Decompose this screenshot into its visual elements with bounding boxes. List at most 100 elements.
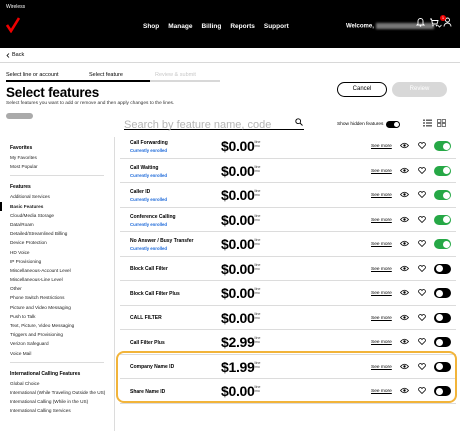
sidebar-item[interactable]: Triggers and Provisioning bbox=[0, 330, 114, 339]
heart-icon[interactable] bbox=[418, 387, 426, 394]
grid-view-icon[interactable] bbox=[437, 119, 446, 127]
feature-toggle[interactable] bbox=[434, 239, 451, 249]
sidebar-item[interactable]: Text, Picture, Video Messaging bbox=[0, 321, 114, 330]
feature-toggle[interactable] bbox=[434, 263, 451, 274]
see-more-link[interactable]: See more bbox=[371, 389, 392, 394]
see-more-link[interactable]: See more bbox=[371, 365, 392, 370]
sidebar-item[interactable]: Additional Services bbox=[0, 192, 114, 201]
feature-name: Call Waiting bbox=[130, 164, 159, 171]
heart-icon[interactable] bbox=[418, 362, 426, 370]
eye-icon[interactable] bbox=[400, 216, 409, 223]
eye-icon[interactable] bbox=[400, 142, 409, 149]
heart-icon[interactable] bbox=[418, 142, 426, 149]
nav-support[interactable]: Support bbox=[264, 23, 289, 30]
sidebar-item[interactable]: IP Provisioning bbox=[0, 257, 114, 266]
feature-toggle[interactable] bbox=[434, 288, 451, 298]
eye-icon[interactable] bbox=[400, 265, 409, 272]
price-unit-month: /mo bbox=[254, 144, 260, 148]
price-unit-month: /mo bbox=[254, 315, 260, 320]
eye-icon[interactable] bbox=[400, 363, 409, 370]
nav-manage[interactable]: Manage bbox=[168, 23, 192, 30]
step-bar-remaining bbox=[150, 80, 220, 82]
eye-icon[interactable] bbox=[400, 240, 409, 247]
feature-toggle[interactable] bbox=[434, 165, 451, 176]
bell-icon[interactable] bbox=[416, 17, 425, 27]
search-icon[interactable] bbox=[295, 118, 303, 126]
see-more-link[interactable]: See more bbox=[371, 193, 392, 198]
feature-toggle[interactable] bbox=[434, 214, 451, 225]
sidebar-item[interactable]: Phone Switch Restrictions bbox=[0, 293, 114, 302]
sidebar-item[interactable]: Detailed/Streamlined Billing bbox=[0, 229, 114, 238]
heart-icon[interactable] bbox=[418, 166, 426, 174]
see-more-link[interactable]: See more bbox=[371, 291, 392, 296]
step-select-line[interactable]: Select line or account bbox=[6, 72, 89, 78]
feature-toggle[interactable] bbox=[434, 386, 451, 396]
show-hidden-switch[interactable] bbox=[386, 121, 401, 128]
feature-name: CALL FILTER bbox=[130, 315, 162, 321]
search-input[interactable] bbox=[124, 118, 289, 132]
heart-icon[interactable] bbox=[418, 313, 426, 321]
heart-icon[interactable] bbox=[418, 215, 426, 223]
show-hidden-toggle[interactable]: Show hidden features bbox=[337, 121, 401, 128]
nav-reports[interactable]: Reports bbox=[230, 23, 255, 30]
price-unit: /line/mo bbox=[254, 165, 260, 173]
back-link[interactable]: Back bbox=[6, 52, 24, 58]
heart-icon[interactable] bbox=[418, 191, 426, 198]
sidebar-item[interactable]: Push to Talk bbox=[0, 312, 114, 321]
feature-toggle[interactable] bbox=[434, 312, 451, 323]
heart-icon[interactable] bbox=[418, 338, 426, 345]
price-unit: /line/mo bbox=[254, 238, 260, 246]
feature-row: Block Call Filter $0.00/line/mo See more bbox=[120, 257, 456, 281]
cart-icon[interactable] bbox=[429, 17, 439, 27]
feature-toggle[interactable] bbox=[434, 190, 451, 200]
sidebar-item[interactable]: Cloud/Media Storage bbox=[0, 211, 114, 220]
see-more-link[interactable]: See more bbox=[371, 242, 392, 247]
price-unit: /line/mo bbox=[254, 312, 260, 320]
sidebar-item[interactable]: My Favorites bbox=[0, 153, 114, 162]
nav-shop[interactable]: Shop bbox=[143, 23, 159, 30]
feature-toggle[interactable] bbox=[434, 141, 451, 151]
sidebar-item[interactable]: International (While Traveling Outside t… bbox=[0, 388, 114, 397]
sidebar-item[interactable]: Global Choice bbox=[0, 379, 114, 388]
see-more-link[interactable]: See more bbox=[371, 218, 392, 223]
price-unit: /line/mo bbox=[254, 287, 260, 295]
review-button[interactable]: Review bbox=[392, 82, 447, 97]
sidebar-item[interactable]: HD Voice bbox=[0, 248, 114, 257]
heart-icon[interactable] bbox=[418, 289, 426, 296]
see-more-link[interactable]: See more bbox=[371, 144, 392, 149]
list-view-icon[interactable] bbox=[423, 119, 432, 127]
heart-icon[interactable] bbox=[418, 240, 426, 247]
eye-icon[interactable] bbox=[400, 387, 409, 394]
nav-billing[interactable]: Billing bbox=[201, 23, 221, 30]
sidebar-item[interactable]: Voice Mail bbox=[0, 349, 114, 358]
verizon-check-logo[interactable] bbox=[6, 17, 20, 33]
sidebar-item-active[interactable]: Basic Features bbox=[0, 201, 114, 211]
top-bar: Wireless Shop Manage Billing Reports Sup… bbox=[0, 0, 460, 48]
sidebar-item[interactable]: International Calling (While in the US) bbox=[0, 397, 114, 406]
eye-icon[interactable] bbox=[400, 191, 409, 198]
sidebar-item[interactable]: Most Popular bbox=[0, 162, 114, 171]
heart-icon[interactable] bbox=[418, 264, 426, 272]
price-unit-month: /mo bbox=[254, 389, 260, 393]
sidebar-item[interactable]: Other bbox=[0, 284, 114, 293]
sidebar-item[interactable]: Miscellaneous-Account Level bbox=[0, 266, 114, 275]
selection-chip[interactable] bbox=[6, 113, 33, 119]
sidebar-item[interactable]: International Calling Services bbox=[0, 406, 114, 415]
cancel-button[interactable]: Cancel bbox=[337, 82, 387, 97]
eye-icon[interactable] bbox=[400, 314, 409, 321]
sidebar-item[interactable]: Verizon Safeguard bbox=[0, 339, 114, 348]
see-more-link[interactable]: See more bbox=[371, 340, 392, 345]
sidebar-item[interactable]: Device Protection bbox=[0, 238, 114, 247]
feature-toggle[interactable] bbox=[434, 361, 451, 372]
sidebar-item[interactable]: Miscellaneous-Line Level bbox=[0, 275, 114, 284]
sidebar-item[interactable]: Data/Roam bbox=[0, 220, 114, 229]
eye-icon[interactable] bbox=[400, 338, 409, 345]
feature-name: Block Call Filter bbox=[130, 266, 168, 272]
feature-toggle[interactable] bbox=[434, 337, 451, 347]
see-more-link[interactable]: See more bbox=[371, 267, 392, 272]
see-more-link[interactable]: See more bbox=[371, 169, 392, 174]
eye-icon[interactable] bbox=[400, 289, 409, 296]
see-more-link[interactable]: See more bbox=[371, 316, 392, 321]
sidebar-item[interactable]: Picture and Video Messaging bbox=[0, 303, 114, 312]
eye-icon[interactable] bbox=[400, 167, 409, 174]
